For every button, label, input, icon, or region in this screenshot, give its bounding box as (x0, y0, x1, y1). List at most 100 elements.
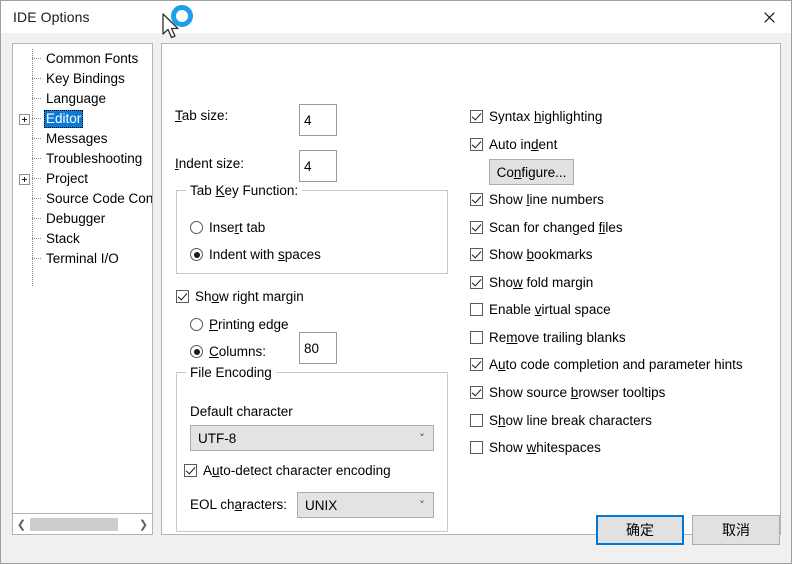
checkbox-checked-icon (470, 110, 483, 123)
tree-item-debugger[interactable]: Debugger (13, 209, 152, 229)
checkbox-checked-icon (470, 138, 483, 151)
tree-branch-icon (31, 49, 44, 69)
indent-size-row: Indent size: (175, 156, 244, 171)
checkbox-show-line-numbers[interactable]: Show line numbers (470, 191, 604, 208)
checkbox-syntax-highlighting[interactable]: Syntax highlighting (470, 108, 602, 125)
ok-button[interactable]: 确定 (596, 515, 684, 545)
tree-item-language[interactable]: Language (13, 89, 152, 109)
loading-spinner-icon (171, 5, 193, 27)
columns-input[interactable] (299, 332, 337, 364)
configure-button-label: Configure... (496, 164, 567, 180)
checkbox-label: Show fold margin (489, 275, 594, 290)
expand-plus-icon[interactable] (19, 173, 30, 185)
ide-options-dialog: IDE Options Common Fonts Key Bindings La… (0, 0, 792, 564)
configure-button[interactable]: Configure... (489, 159, 574, 185)
tree-branch-icon (31, 149, 44, 169)
radio-label: Indent with spaces (209, 247, 321, 262)
tree-item-terminal-io[interactable]: Terminal I/O (13, 249, 152, 269)
indent-size-label: Indent size: (175, 156, 245, 171)
tree-item-stack[interactable]: Stack (13, 229, 152, 249)
indent-size-input[interactable] (299, 150, 337, 182)
tree-item-label: Source Code Contro (46, 191, 153, 206)
tree-branch-icon (31, 169, 44, 189)
settings-tree[interactable]: Common Fonts Key Bindings Language Edito… (12, 43, 153, 514)
cancel-button[interactable]: 取消 (692, 515, 780, 545)
checkbox-label: Auto code completion and parameter hints (489, 357, 743, 372)
checkbox-show-source-browser-tooltips[interactable]: Show source browser tooltips (470, 384, 665, 401)
radio-circle-filled-icon (190, 248, 203, 261)
tree-branch-icon (31, 209, 44, 229)
checkbox-checked-icon (184, 464, 197, 477)
checkbox-checked-icon (470, 276, 483, 289)
default-character-value: UTF-8 (198, 430, 237, 446)
radio-label: Printing edge (209, 317, 289, 332)
radio-circle-icon (190, 318, 203, 331)
ok-button-label: 确定 (626, 522, 654, 538)
cancel-button-label: 取消 (722, 522, 750, 538)
radio-columns[interactable]: Columns: (190, 343, 266, 360)
tree-item-common-fonts[interactable]: Common Fonts (13, 49, 152, 69)
checkbox-show-whitespaces[interactable]: Show whitespaces (470, 439, 601, 456)
radio-insert-tab[interactable]: Insert tab (190, 219, 265, 236)
checkbox-checked-icon (470, 248, 483, 261)
checkbox-checked-icon (470, 221, 483, 234)
checkbox-show-right-margin[interactable]: Show right margin (176, 288, 304, 305)
tree-item-editor[interactable]: Editor (13, 109, 152, 129)
tree-branch-icon (31, 129, 44, 149)
tree-item-source-code-control[interactable]: Source Code Contro (13, 189, 152, 209)
tree-item-messages[interactable]: Messages (13, 129, 152, 149)
checkbox-enable-virtual-space[interactable]: Enable virtual space (470, 301, 611, 318)
radio-circle-icon (190, 221, 203, 234)
checkbox-remove-trailing-blanks[interactable]: Remove trailing blanks (470, 329, 626, 346)
tree-item-label: Stack (46, 231, 80, 246)
tree-item-label: Key Bindings (46, 71, 125, 86)
radio-printing-edge[interactable]: Printing edge (190, 316, 289, 333)
tree-item-label: Common Fonts (46, 51, 139, 66)
radio-label: Insert tab (209, 220, 266, 235)
checkbox-unchecked-icon (470, 414, 483, 427)
window-title: IDE Options (13, 9, 90, 25)
checkbox-unchecked-icon (470, 331, 483, 344)
tree-item-label: Terminal I/O (46, 251, 119, 266)
tree-item-project[interactable]: Project (13, 169, 152, 189)
checkbox-show-bookmarks[interactable]: Show bookmarks (470, 246, 593, 263)
checkbox-unchecked-icon (470, 303, 483, 316)
tree-branch-icon (31, 109, 44, 129)
tab-size-input[interactable] (299, 104, 337, 136)
checkbox-auto-detect-encoding[interactable]: Auto-detect character encoding (184, 462, 391, 479)
dialog-footer: 确定 取消 (1, 505, 791, 563)
checkbox-label: Show line break characters (489, 413, 652, 428)
tree-item-label: Troubleshooting (46, 151, 143, 166)
tree-item-key-bindings[interactable]: Key Bindings (13, 69, 152, 89)
editor-settings-panel: Tab size: Indent size: Tab Key Function:… (161, 43, 781, 535)
checkbox-auto-code-completion[interactable]: Auto code completion and parameter hints (470, 356, 743, 373)
default-character-combo[interactable]: UTF-8 ˅ (190, 425, 434, 451)
close-icon[interactable] (747, 1, 791, 33)
checkbox-unchecked-icon (470, 441, 483, 454)
tree-item-troubleshooting[interactable]: Troubleshooting (13, 149, 152, 169)
tree-item-label: Editor (44, 110, 84, 128)
tree-branch-icon (31, 69, 44, 89)
close-glyph (763, 11, 775, 23)
dialog-body: Common Fonts Key Bindings Language Edito… (1, 33, 791, 563)
checkbox-label: Enable virtual space (489, 302, 611, 317)
tree-item-label: Messages (46, 131, 108, 146)
checkbox-checked-icon (176, 290, 189, 303)
checkbox-label: Show source browser tooltips (489, 385, 666, 400)
tree-branch-icon (31, 189, 44, 209)
checkbox-show-line-break-characters[interactable]: Show line break characters (470, 412, 652, 429)
expand-plus-icon[interactable] (19, 113, 30, 125)
checkbox-checked-icon (470, 358, 483, 371)
checkbox-label: Show right margin (195, 289, 304, 304)
checkbox-label: Show whitespaces (489, 440, 601, 455)
checkbox-label: Show line numbers (489, 192, 604, 207)
radio-indent-with-spaces[interactable]: Indent with spaces (190, 246, 321, 263)
title-bar: IDE Options (1, 1, 791, 33)
checkbox-scan-for-changed-files[interactable]: Scan for changed files (470, 219, 623, 236)
checkbox-show-fold-margin[interactable]: Show fold margin (470, 274, 593, 291)
tree-branch-icon (31, 229, 44, 249)
checkbox-label: Show bookmarks (489, 247, 593, 262)
checkbox-auto-indent[interactable]: Auto indent (470, 136, 557, 153)
tree-item-label: Project (46, 171, 89, 186)
checkbox-label: Remove trailing blanks (489, 330, 626, 345)
